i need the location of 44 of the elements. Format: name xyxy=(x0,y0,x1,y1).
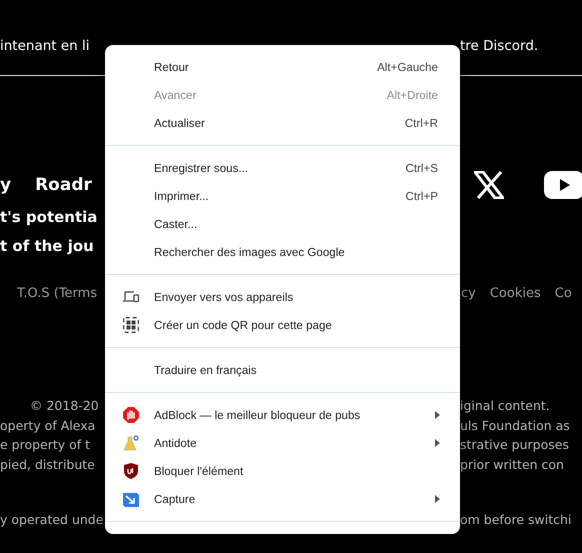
menu-item[interactable]: Retour Alt+Gauche xyxy=(105,53,460,81)
page-text: operty of Alexa xyxy=(0,418,96,433)
qr-code-icon xyxy=(122,317,138,333)
menu-item[interactable]: Capture xyxy=(105,485,460,513)
menu-item[interactable]: Imprimer... Ctrl+P xyxy=(105,182,460,210)
page-text: t of the jou xyxy=(0,237,94,255)
menu-item[interactable]: Rechercher des images avec Google xyxy=(105,238,460,266)
page-text: intenant en li xyxy=(0,38,90,54)
menu-item[interactable]: Bloquer l'élément xyxy=(105,457,460,485)
menu-item[interactable]: Créer un code QR pour cette page xyxy=(105,311,460,339)
page-text: iginal content. xyxy=(460,398,550,414)
page-text: t's potentia xyxy=(0,208,98,226)
footer-link[interactable]: Cookies xyxy=(490,286,541,300)
menu-item[interactable]: AdBlock — le meilleur bloqueur de pubs xyxy=(105,401,460,429)
menu-item[interactable]: Antidote xyxy=(105,429,460,457)
play-icon[interactable] xyxy=(544,171,582,199)
page-text: pied, distribute xyxy=(0,456,95,472)
x-logo-icon[interactable] xyxy=(474,171,504,199)
menu-item[interactable]: Envoyer vers vos appareils xyxy=(105,283,460,311)
shield-icon xyxy=(124,463,138,479)
page-text: y xyxy=(0,175,12,195)
footer-link[interactable]: Co xyxy=(554,286,572,300)
menu-item[interactable]: Traduire en français xyxy=(105,356,460,384)
menu-item[interactable]: Enregistrer sous... Ctrl+S xyxy=(105,154,460,182)
submenu-arrow-icon xyxy=(435,411,440,419)
capture-icon xyxy=(122,491,138,507)
page-text: y operated unde xyxy=(0,512,104,528)
page-text: e property of t xyxy=(0,437,90,452)
submenu-arrow-icon xyxy=(435,439,440,447)
page-text: uls Foundation as xyxy=(460,418,570,433)
page-text: T.O.S (Terms xyxy=(17,286,98,300)
menu-item[interactable]: Caster... xyxy=(105,210,460,238)
devices-icon xyxy=(122,291,138,303)
footer-link[interactable]: cy xyxy=(461,286,476,300)
page-text: om before switchi xyxy=(460,512,572,528)
submenu-arrow-icon xyxy=(435,495,440,503)
page-text: Roadr xyxy=(35,175,92,195)
page-text: tre Discord. xyxy=(460,38,538,54)
page-text: prior written con xyxy=(460,456,564,472)
page-text: © 2018-20 xyxy=(30,398,99,414)
flask-icon xyxy=(122,435,138,451)
page-text: strative purposes xyxy=(460,437,569,452)
menu-item[interactable]: Actualiser Ctrl+R xyxy=(105,109,460,137)
stop-hand-icon xyxy=(122,407,138,423)
